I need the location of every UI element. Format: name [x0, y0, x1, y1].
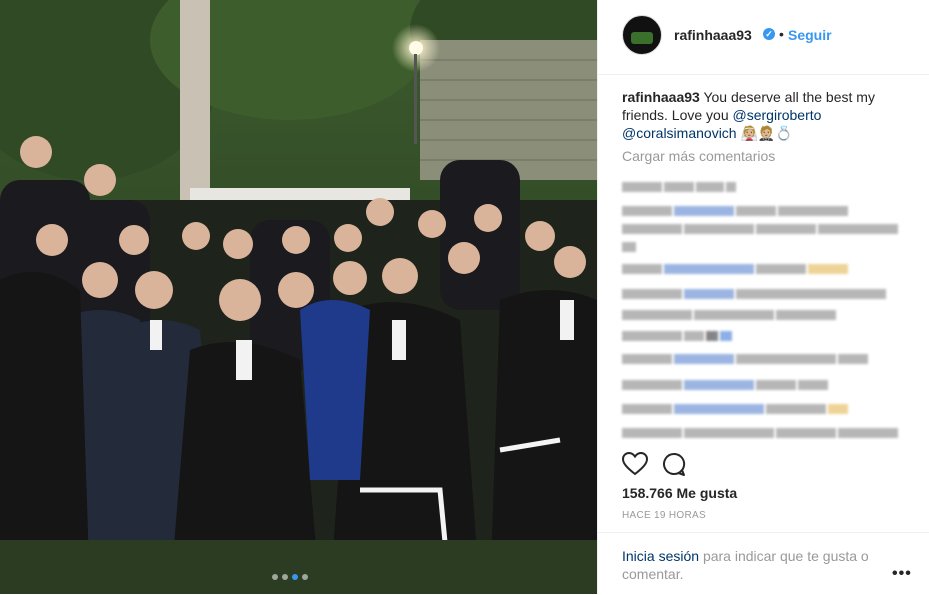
comment-blurred — [622, 202, 850, 216]
avatar[interactable] — [622, 15, 662, 55]
carousel-dot[interactable] — [272, 574, 278, 580]
comment-blurred — [622, 350, 870, 364]
comment-blurred — [622, 327, 734, 341]
comment-blurred — [622, 306, 838, 320]
carousel-dot[interactable] — [302, 574, 308, 580]
caption-emojis: 👰🏼🤵🏼💍 — [740, 125, 793, 141]
heart-icon[interactable] — [621, 451, 649, 481]
comment-blurred — [622, 220, 900, 234]
login-prompt: Inicia sesión para indicar que te gusta … — [622, 547, 882, 583]
login-link[interactable]: Inicia sesión — [622, 548, 699, 564]
load-more-comments-button[interactable]: Cargar más comentarios — [622, 148, 775, 164]
follow-button[interactable]: Seguir — [788, 27, 832, 43]
carousel-dot-active[interactable] — [292, 574, 298, 580]
comment-blurred — [622, 178, 738, 192]
caption-username[interactable]: rafinhaaa93 — [622, 89, 700, 105]
carousel-dot[interactable] — [282, 574, 288, 580]
post-side-panel: rafinhaaa93 ✓ • Seguir rafinhaaa93 You d… — [597, 0, 929, 594]
mention-link[interactable]: @sergiroberto — [733, 107, 822, 123]
mention-link[interactable]: @coralsimanovich — [622, 125, 737, 141]
comment-blurred — [622, 424, 900, 438]
login-footer: Inicia sesión para indicar que te gusta … — [598, 532, 929, 595]
comment-blurred — [622, 238, 638, 252]
timestamp: HACE 19 HORAS — [622, 510, 706, 521]
header-username[interactable]: rafinhaaa93 — [674, 27, 752, 43]
verified-badge-icon: ✓ — [763, 28, 775, 40]
carousel-dots[interactable] — [272, 574, 308, 580]
separator-dot: • — [779, 26, 784, 42]
post-photo[interactable] — [0, 0, 597, 594]
more-options-icon[interactable]: ••• — [892, 565, 912, 583]
comment-icon[interactable] — [662, 452, 686, 481]
comment-blurred — [622, 400, 850, 414]
comment-blurred — [622, 376, 830, 390]
comment-blurred — [622, 260, 850, 274]
likes-count[interactable]: 158.766 Me gusta — [622, 485, 737, 501]
post-header: rafinhaaa93 ✓ • Seguir — [598, 0, 929, 75]
post-caption: rafinhaaa93 You deserve all the best my … — [622, 88, 912, 142]
comment-blurred — [622, 285, 888, 299]
